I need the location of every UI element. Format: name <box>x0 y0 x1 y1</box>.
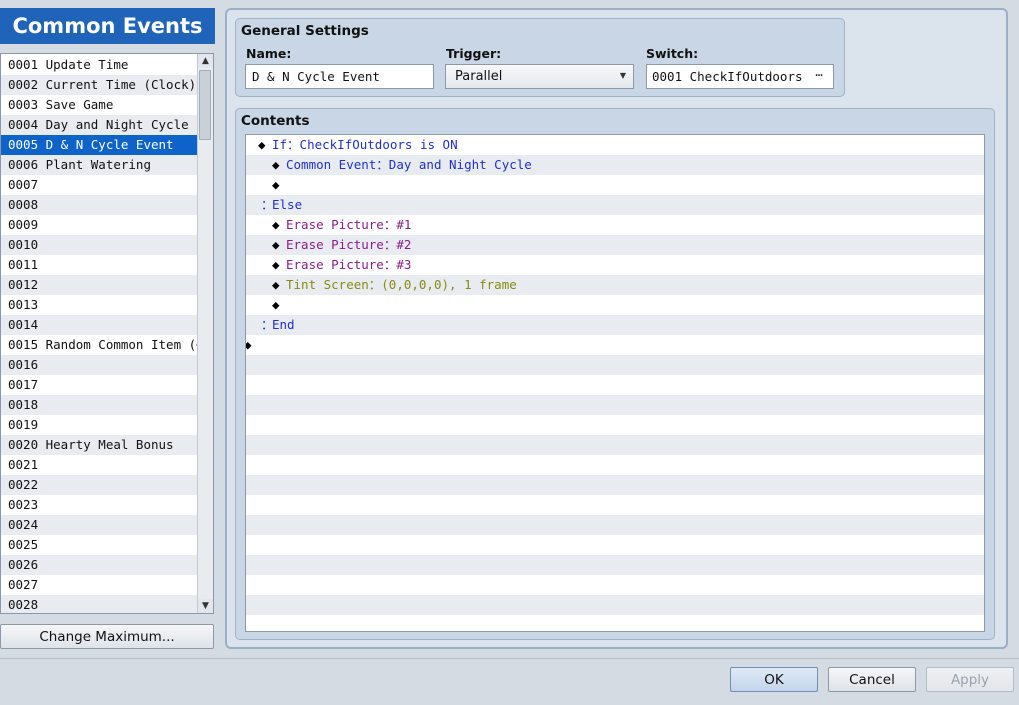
list-scrollbar[interactable]: ▲ ▼ <box>197 54 213 613</box>
list-item[interactable]: 0017 <box>1 375 199 395</box>
command-row[interactable] <box>246 395 984 415</box>
command-row[interactable] <box>246 435 984 455</box>
list-item[interactable]: 0008 <box>1 195 199 215</box>
list-item[interactable]: 0020 Hearty Meal Bonus <box>1 435 199 455</box>
diamond-icon: ◆ <box>272 157 280 172</box>
list-item[interactable]: 0001 Update Time <box>1 55 199 75</box>
list-item[interactable]: 0013 <box>1 295 199 315</box>
list-item[interactable]: 0009 <box>1 215 199 235</box>
list-item[interactable]: 0014 <box>1 315 199 335</box>
diamond-icon: ◆ <box>272 297 280 312</box>
command-row[interactable] <box>246 575 984 595</box>
diamond-icon: ◆ <box>258 137 266 152</box>
list-item[interactable]: 0023 <box>1 495 199 515</box>
name-field[interactable]: D & N Cycle Event <box>245 64 434 89</box>
command-row[interactable] <box>246 475 984 495</box>
event-commands-list[interactable]: ◆ If：CheckIfOutdoors is ON ◆ Common Event：D… <box>245 134 985 632</box>
list-item[interactable]: 0012 <box>1 275 199 295</box>
command-text: Erase Picture：#1 <box>286 217 412 232</box>
command-row[interactable] <box>246 555 984 575</box>
command-row[interactable]: ◆ Tint Screen：(0,0,0,0), 1 frame <box>246 275 984 295</box>
list-item[interactable]: 0028 <box>1 595 199 613</box>
list-item[interactable]: 0005 D & N Cycle Event <box>1 135 199 155</box>
command-row[interactable]: ◆ Erase Picture：#3 <box>246 255 984 275</box>
list-item[interactable]: 0004 Day and Night Cycle <box>1 115 199 135</box>
command-row[interactable] <box>246 415 984 435</box>
list-item[interactable]: 0027 <box>1 575 199 595</box>
list-item[interactable]: 0024 <box>1 515 199 535</box>
command-row[interactable]: ◆ Erase Picture：#1 <box>246 215 984 235</box>
list-item[interactable]: 0019 <box>1 415 199 435</box>
apply-button[interactable]: Apply <box>926 667 1014 692</box>
command-row[interactable]: ◆ Erase Picture：#2 <box>246 235 984 255</box>
switch-value: 0001 CheckIfOutdoors <box>652 69 803 84</box>
switch-field[interactable]: 0001 CheckIfOutdoors ⋯ <box>646 64 834 89</box>
list-item[interactable]: 0016 <box>1 355 199 375</box>
command-row[interactable]: ◆ Common Event：Day and Night Cycle <box>246 155 984 175</box>
command-text: Erase Picture：#2 <box>286 237 412 252</box>
trigger-label: Trigger: <box>446 46 502 61</box>
list-item[interactable]: 0006 Plant Watering <box>1 155 199 175</box>
list-item[interactable]: 0015 Random Common Item (⋯ <box>1 335 199 355</box>
command-row[interactable] <box>246 375 984 395</box>
cancel-button[interactable]: Cancel <box>828 667 916 692</box>
list-item[interactable]: 0018 <box>1 395 199 415</box>
scroll-up-icon[interactable]: ▲ <box>198 54 213 68</box>
command-row[interactable] <box>246 515 984 535</box>
diamond-icon: ◆ <box>272 277 280 292</box>
diamond-icon: ◆ <box>246 335 252 355</box>
command-text: Else <box>272 197 303 212</box>
scrollbar-thumb[interactable] <box>199 70 211 140</box>
trigger-select[interactable]: Parallel ▼ <box>445 64 634 89</box>
contents-title: Contents <box>241 113 310 129</box>
switch-label: Switch: <box>646 46 699 61</box>
command-text: Common Event：Day and Night Cycle <box>286 157 532 172</box>
command-row[interactable]: ： End <box>246 315 984 335</box>
list-item[interactable]: 0021 <box>1 455 199 475</box>
list-item[interactable]: 0010 <box>1 235 199 255</box>
list-item[interactable]: 0025 <box>1 535 199 555</box>
command-row[interactable]: ◆ If：CheckIfOutdoors is ON <box>246 135 984 155</box>
chevron-down-icon: ▼ <box>619 71 626 80</box>
change-maximum-button[interactable]: Change Maximum... <box>0 624 214 649</box>
list-item[interactable]: 0011 <box>1 255 199 275</box>
diamond-icon: ◆ <box>272 217 280 232</box>
list-item[interactable]: 0007 <box>1 175 199 195</box>
command-text: End <box>272 317 295 332</box>
diamond-icon: ◆ <box>272 257 280 272</box>
diamond-icon: ◆ <box>272 237 280 252</box>
command-text: If：CheckIfOutdoors is ON <box>272 137 458 152</box>
switch-browse-button[interactable]: ⋯ <box>809 67 829 86</box>
list-item[interactable]: 0002 Current Time (Clock) <box>1 75 199 95</box>
general-settings-title: General Settings <box>241 23 369 39</box>
command-text: Tint Screen：(0,0,0,0), 1 frame <box>286 277 517 292</box>
diamond-icon: ◆ <box>272 177 280 192</box>
list-item[interactable]: 0022 <box>1 475 199 495</box>
command-row[interactable] <box>246 355 984 375</box>
command-row[interactable]: ◆ <box>246 295 984 315</box>
list-item[interactable]: 0026 <box>1 555 199 575</box>
command-row[interactable]: ◆ <box>246 175 984 195</box>
command-row[interactable]: ： Else <box>246 195 984 215</box>
common-events-list[interactable]: 0028 0027 0026 0025 0024 0023 0022 0021 0020 Hea… <box>0 53 214 614</box>
trigger-value: Parallel <box>455 69 503 84</box>
common-events-title: Common Events <box>0 8 215 44</box>
name-label: Name: <box>246 46 292 61</box>
command-row[interactable] <box>246 495 984 515</box>
command-row[interactable] <box>246 535 984 555</box>
ok-button[interactable]: OK <box>730 667 818 692</box>
command-row[interactable] <box>246 595 984 615</box>
command-row[interactable] <box>246 455 984 475</box>
command-text: Erase Picture：#3 <box>286 257 412 272</box>
command-row[interactable]: ◆ <box>246 335 984 355</box>
list-item[interactable]: 0003 Save Game <box>1 95 199 115</box>
scroll-down-icon[interactable]: ▼ <box>198 599 213 613</box>
command-row[interactable] <box>246 615 984 631</box>
